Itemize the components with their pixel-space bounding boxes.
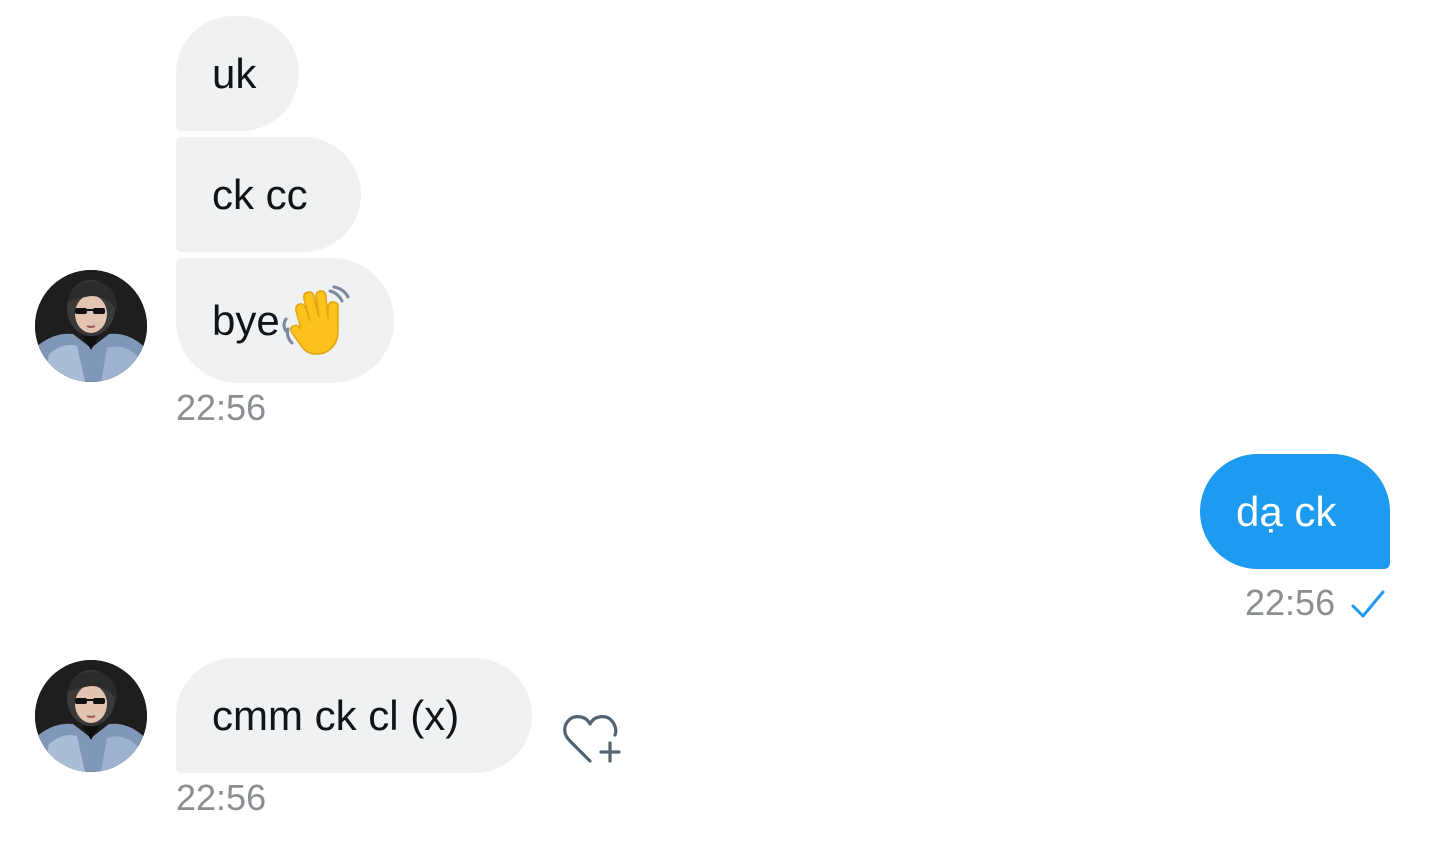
outgoing-message-bubble[interactable]: dạ ck	[1200, 454, 1390, 569]
message-text: bye	[212, 296, 280, 344]
heart-plus-icon	[563, 715, 621, 763]
message-timestamp: 22:56	[1245, 582, 1336, 623]
message-text: cmm ck cl (x)	[212, 691, 460, 739]
message-text: dạ ck	[1236, 487, 1337, 535]
check-icon	[1350, 588, 1386, 625]
incoming-message-bubble[interactable]: bye	[176, 258, 394, 383]
profile-photo-icon	[35, 270, 147, 382]
avatar[interactable]	[35, 270, 147, 382]
message-text: uk	[212, 49, 257, 97]
incoming-message-bubble[interactable]: cmm ck cl (x)	[176, 658, 532, 773]
dm-conversation: uk ck cc bye 22:56 dạ ck 22:56 cmm ck cl…	[0, 0, 1439, 857]
incoming-message-bubble[interactable]: ck cc	[176, 137, 361, 252]
message-timestamp: 22:56	[176, 387, 267, 428]
add-reaction-button[interactable]	[560, 713, 624, 769]
incoming-message-bubble[interactable]: uk	[176, 16, 299, 131]
avatar[interactable]	[35, 660, 147, 772]
waving-hand-emoji	[278, 285, 352, 359]
message-text: ck cc	[212, 170, 308, 218]
message-timestamp: 22:56	[176, 777, 267, 818]
profile-photo-icon	[35, 660, 147, 772]
